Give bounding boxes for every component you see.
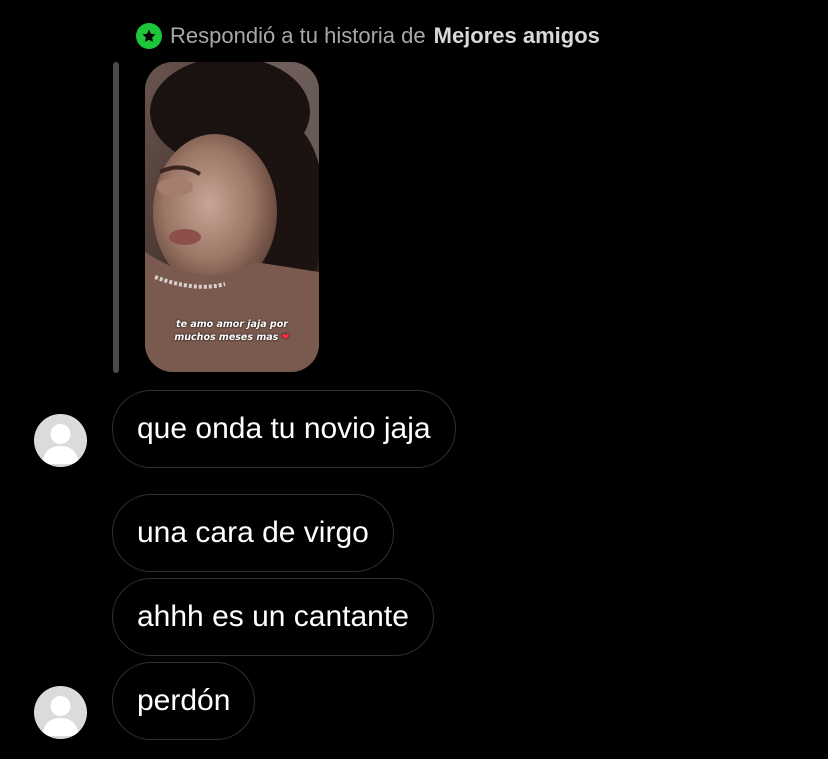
heart-icon: ❤ [281, 332, 290, 343]
close-friends-label: Mejores amigos [433, 23, 600, 48]
avatar[interactable] [34, 414, 87, 467]
message-bubble[interactable]: perdón [112, 662, 256, 740]
reply-header-text: Respondió a tu historia de [170, 23, 426, 48]
story-thumbnail[interactable]: te amo amor jaja por muchos meses mas ❤ [145, 62, 319, 372]
reply-quote-bar [113, 62, 119, 373]
story-caption: te amo amor jaja por muchos meses mas ❤ [174, 319, 290, 343]
story-reply-header: Respondió a tu historia de Mejores amigo… [136, 20, 600, 52]
message-bubble[interactable]: que onda tu novio jaja [112, 390, 456, 468]
star-icon [136, 23, 162, 49]
message-bubble[interactable]: ahhh es un cantante [112, 578, 434, 656]
avatar[interactable] [34, 686, 87, 739]
message-bubble[interactable]: una cara de virgo [112, 494, 394, 572]
